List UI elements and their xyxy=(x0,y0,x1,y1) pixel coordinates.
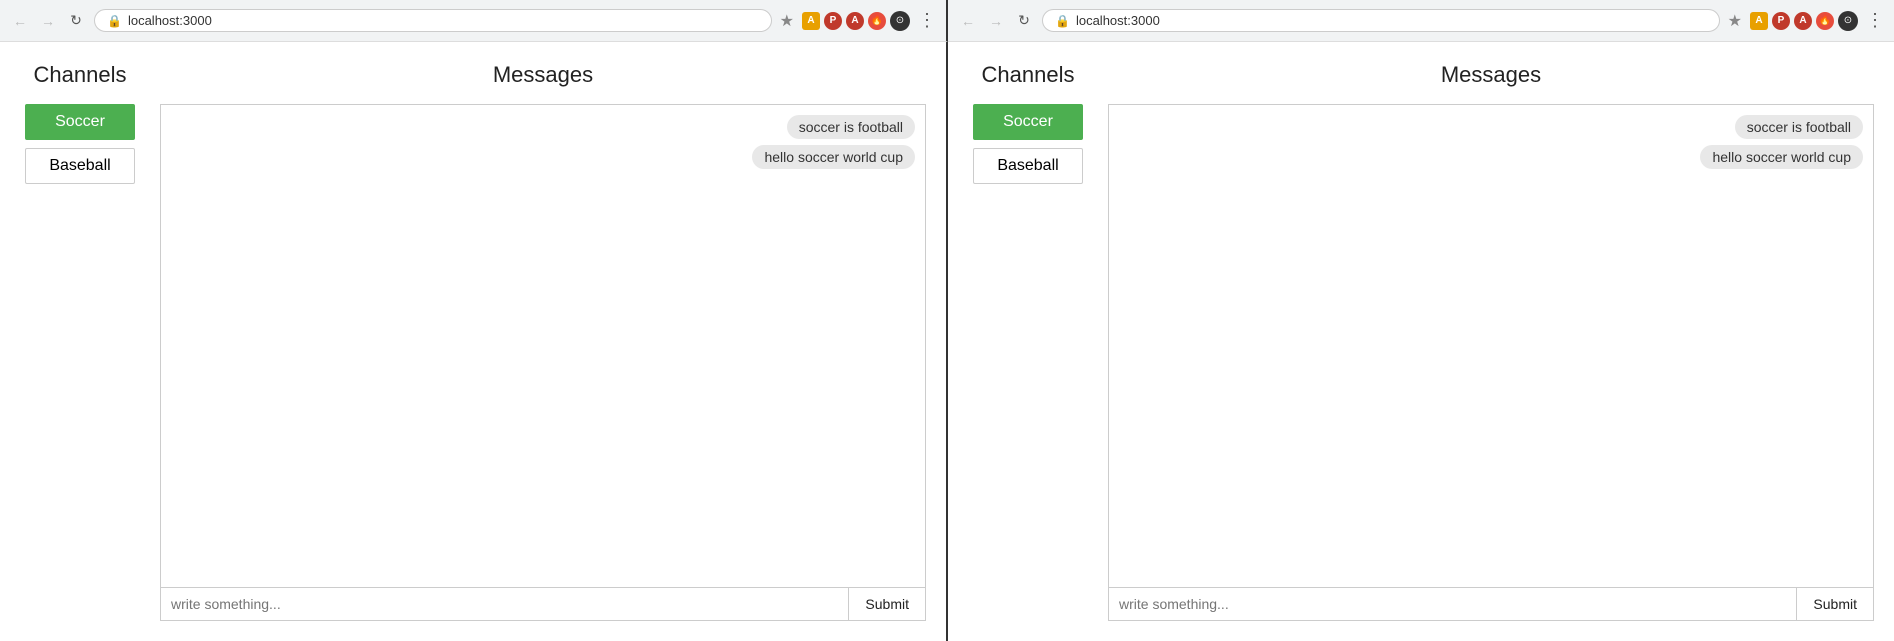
right-app: Channels Soccer Baseball Messages soccer… xyxy=(948,42,1894,641)
right-messages-panel: Messages soccer is football hello soccer… xyxy=(1108,62,1874,621)
star-icon-right[interactable]: ★ xyxy=(1728,11,1742,31)
left-message-input[interactable] xyxy=(161,588,848,620)
ext-icon-3-right: A xyxy=(1794,12,1812,30)
right-messages-box: soccer is football hello soccer world cu… xyxy=(1108,104,1874,588)
left-messages-title: Messages xyxy=(160,62,926,88)
left-baseball-button[interactable]: Baseball xyxy=(25,148,135,184)
right-baseball-button[interactable]: Baseball xyxy=(973,148,1083,184)
left-submit-button[interactable]: Submit xyxy=(848,588,925,620)
lock-icon-left: 🔒 xyxy=(107,14,122,28)
right-soccer-button[interactable]: Soccer xyxy=(973,104,1083,140)
ext-icon-2-right: P xyxy=(1772,12,1790,30)
left-message-1: soccer is football xyxy=(787,115,915,139)
right-channels-panel: Channels Soccer Baseball xyxy=(968,62,1088,621)
ext-icon-4-right: 🔥 xyxy=(1816,12,1834,30)
back-button-right[interactable]: ← xyxy=(958,11,978,31)
url-text-left: localhost:3000 xyxy=(128,13,759,28)
url-text-right: localhost:3000 xyxy=(1076,13,1707,28)
right-submit-button[interactable]: Submit xyxy=(1796,588,1873,620)
left-pane: Channels Soccer Baseball Messages soccer… xyxy=(0,42,948,641)
left-messages-box: soccer is football hello soccer world cu… xyxy=(160,104,926,588)
address-bar-left: 🔒 localhost:3000 xyxy=(94,9,772,32)
right-input-row: Submit xyxy=(1108,588,1874,621)
address-bar-right: 🔒 localhost:3000 xyxy=(1042,9,1720,32)
star-icon-left[interactable]: ★ xyxy=(780,11,794,31)
right-message-2: hello soccer world cup xyxy=(1700,145,1863,169)
forward-button-right[interactable]: → xyxy=(986,11,1006,31)
ext-icon-3-left: A xyxy=(846,12,864,30)
left-channels-title: Channels xyxy=(34,62,127,88)
ext-icon-1-right: A xyxy=(1750,12,1768,30)
right-message-1: soccer is football xyxy=(1735,115,1863,139)
ext-icon-2-left: P xyxy=(824,12,842,30)
back-button-left[interactable]: ← xyxy=(10,11,30,31)
menu-icon-right[interactable]: ⋮ xyxy=(1866,10,1884,31)
left-app: Channels Soccer Baseball Messages soccer… xyxy=(0,42,946,641)
right-message-input[interactable] xyxy=(1109,588,1796,620)
lock-icon-right: 🔒 xyxy=(1055,14,1070,28)
ext-icon-4-left: 🔥 xyxy=(868,12,886,30)
ext-icon-1-left: A xyxy=(802,12,820,30)
toolbar-icons-left: A P A 🔥 ⊙ xyxy=(802,11,910,31)
left-input-row: Submit xyxy=(160,588,926,621)
left-messages-panel: Messages soccer is football hello soccer… xyxy=(160,62,926,621)
refresh-button-right[interactable]: ↻ xyxy=(1014,11,1034,31)
right-messages-title: Messages xyxy=(1108,62,1874,88)
ext-icon-5-right: ⊙ xyxy=(1838,11,1858,31)
right-pane: Channels Soccer Baseball Messages soccer… xyxy=(948,42,1894,641)
left-channels-panel: Channels Soccer Baseball xyxy=(20,62,140,621)
toolbar-icons-right: A P A 🔥 ⊙ xyxy=(1750,11,1858,31)
right-channels-title: Channels xyxy=(982,62,1075,88)
forward-button-left[interactable]: → xyxy=(38,11,58,31)
left-message-2: hello soccer world cup xyxy=(752,145,915,169)
left-soccer-button[interactable]: Soccer xyxy=(25,104,135,140)
ext-icon-5-left: ⊙ xyxy=(890,11,910,31)
refresh-button-left[interactable]: ↻ xyxy=(66,11,86,31)
menu-icon-left[interactable]: ⋮ xyxy=(918,10,936,31)
